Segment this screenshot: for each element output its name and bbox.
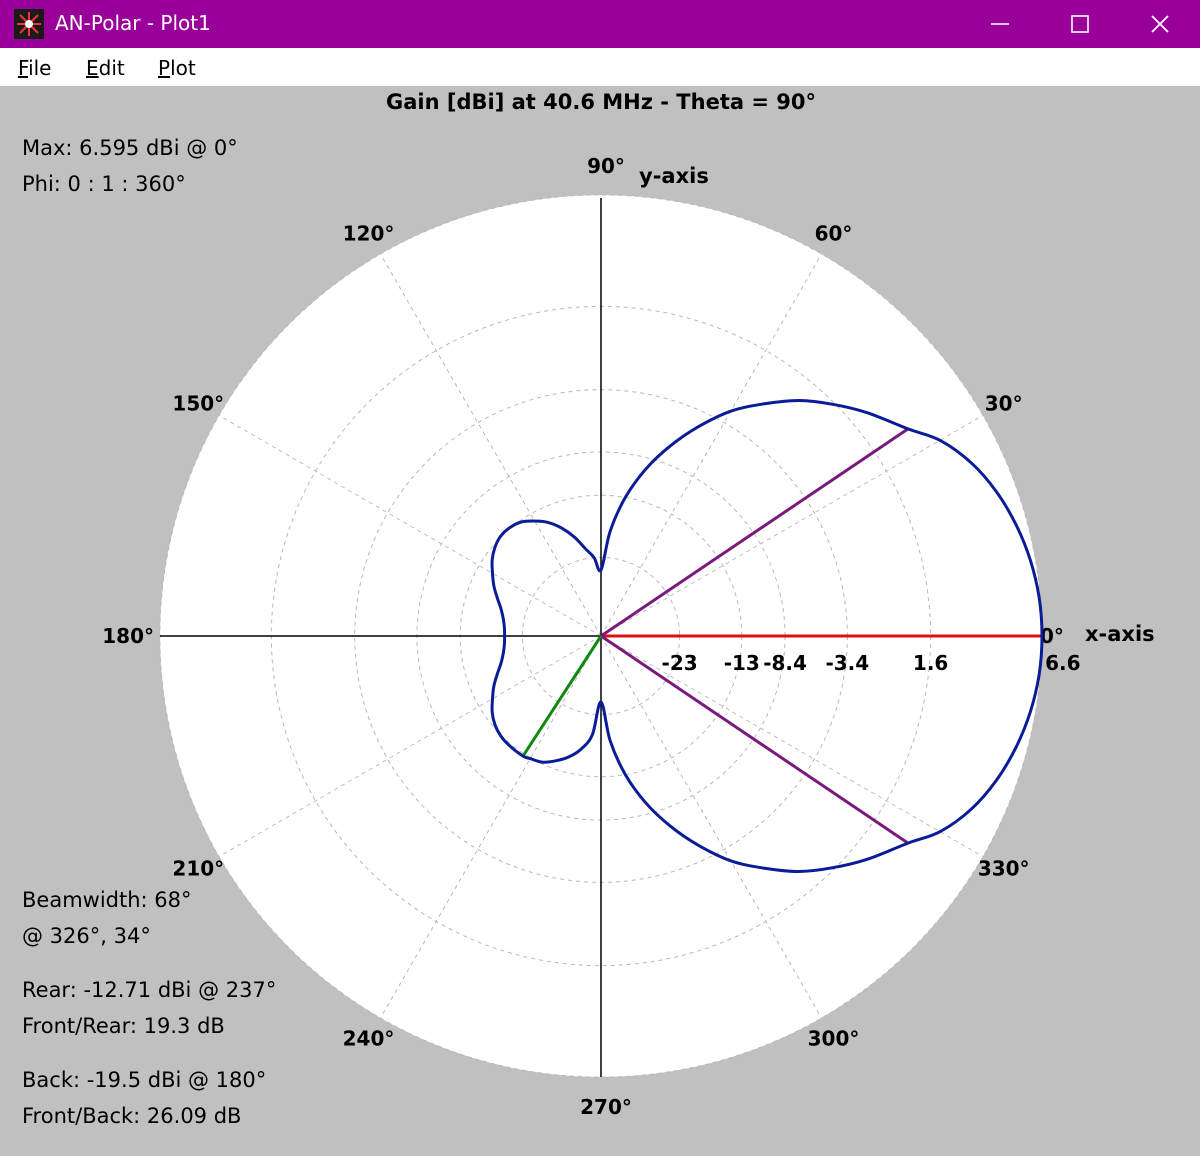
title-bar: AN-Polar - Plot1 xyxy=(0,0,1200,48)
max-gain-readout: Max: 6.595 dBi @ 0° xyxy=(22,136,238,160)
maximize-button[interactable] xyxy=(1040,0,1120,48)
radial-tick-label: -8.4 xyxy=(763,651,807,675)
radial-tick-label: -3.4 xyxy=(825,651,869,675)
x-axis-label: x-axis xyxy=(1085,622,1155,646)
y-axis-label: y-axis xyxy=(639,164,709,188)
beamwidth-readout: Beamwidth: 68° xyxy=(22,888,192,912)
angle-label-60: 60° xyxy=(815,221,853,245)
angle-label-30: 30° xyxy=(985,392,1023,416)
front-rear-readout: Front/Rear: 19.3 dB xyxy=(22,1014,225,1038)
rear-gain-readout: Rear: -12.71 dBi @ 237° xyxy=(22,978,277,1002)
chart-title: Gain [dBi] at 40.6 MHz - Theta = 90° xyxy=(386,90,816,114)
radial-tick-label: -23 xyxy=(662,651,698,675)
radial-tick-label: -13 xyxy=(724,651,760,675)
minimize-icon xyxy=(991,23,1009,25)
angle-label-270: 270° xyxy=(580,1095,632,1119)
angle-label-300: 300° xyxy=(808,1027,860,1051)
close-button[interactable] xyxy=(1120,0,1200,48)
app-icon xyxy=(14,9,44,39)
phi-range-readout: Phi: 0 : 1 : 360° xyxy=(22,172,186,196)
angle-label-150: 150° xyxy=(172,392,224,416)
angle-label-210: 210° xyxy=(172,857,224,881)
angle-label-0: 0° xyxy=(1040,624,1064,648)
angle-label-240: 240° xyxy=(343,1027,395,1051)
maximize-icon xyxy=(1071,15,1089,33)
close-icon xyxy=(1151,15,1169,33)
radial-tick-label: 1.6 xyxy=(913,651,948,675)
radial-tick-label: 6.6 xyxy=(1045,651,1080,675)
back-gain-readout: Back: -19.5 dBi @ 180° xyxy=(22,1068,267,1092)
front-back-readout: Front/Back: 26.09 dB xyxy=(22,1104,242,1128)
menu-plot[interactable]: Plot xyxy=(158,56,196,80)
angle-label-90: 90° xyxy=(587,154,625,178)
minimize-button[interactable] xyxy=(960,0,1040,48)
beamwidth-angles-readout: @ 326°, 34° xyxy=(22,924,151,948)
window-title: AN-Polar - Plot1 xyxy=(55,11,211,35)
menu-bar: File Edit Plot xyxy=(0,48,1200,86)
plot-area: Gain [dBi] at 40.6 MHz - Theta = 90° 0° 3… xyxy=(0,86,1200,1151)
angle-label-120: 120° xyxy=(343,221,395,245)
angle-label-180: 180° xyxy=(102,624,154,648)
menu-file[interactable]: File xyxy=(18,56,51,80)
menu-edit[interactable]: Edit xyxy=(86,56,125,80)
angle-label-330: 330° xyxy=(978,857,1030,881)
